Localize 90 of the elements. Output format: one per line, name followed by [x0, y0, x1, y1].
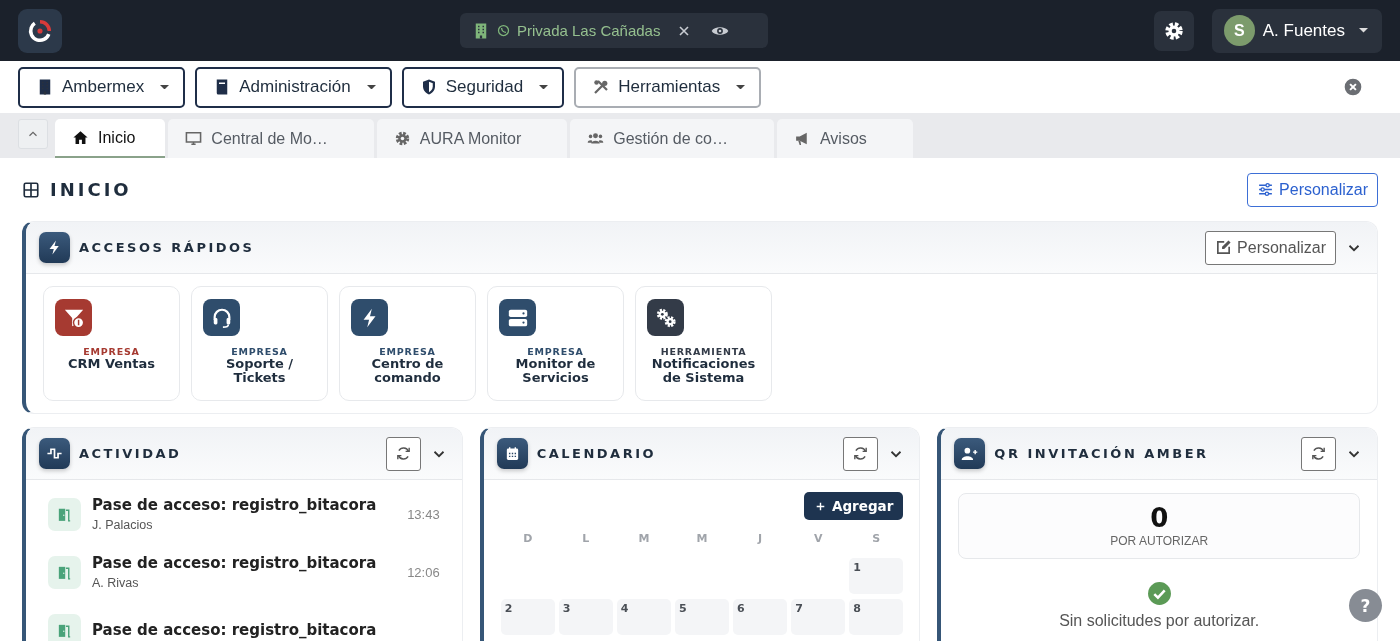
- menu-dropdown[interactable]: Ambermex: [18, 66, 186, 108]
- refresh-button[interactable]: [1301, 436, 1336, 471]
- door-icon: [48, 555, 81, 589]
- door-icon: [48, 497, 81, 531]
- tile-name: Soporte / Tickets: [224, 357, 295, 385]
- refresh-icon: [1310, 445, 1327, 462]
- user-avatar: S: [1223, 15, 1255, 46]
- tile-name: Notificaciones de Sistema: [650, 357, 757, 385]
- tile-category: EMPRESA: [231, 346, 288, 357]
- tile-name: Centro de comando: [370, 357, 445, 385]
- calendar-day[interactable]: 3: [558, 599, 613, 635]
- pending-label: POR AUTORIZAR: [1110, 534, 1209, 548]
- calendar-day[interactable]: 5: [674, 599, 730, 635]
- weekday-label: D: [522, 531, 534, 547]
- app-logo[interactable]: [18, 8, 62, 53]
- caret-icon: [160, 84, 170, 90]
- tile-name: CRM Ventas: [67, 357, 156, 371]
- bolt-icon: [39, 232, 70, 263]
- tab[interactable]: Central de Mo…: [168, 119, 374, 158]
- calendar-icon: [496, 438, 528, 469]
- refresh-icon: [394, 445, 412, 462]
- weekday-label: S: [871, 531, 882, 547]
- activity-title: Pase de acceso: registro_bitacora: [92, 496, 378, 514]
- calendar-day[interactable]: 2: [500, 599, 555, 635]
- home-icon: [72, 129, 89, 146]
- tab[interactable]: Inicio: [55, 119, 166, 158]
- chat-icon: [496, 23, 511, 38]
- weekday-label: V: [812, 531, 824, 547]
- gear-icon: [393, 130, 411, 147]
- weekday-label: M: [695, 531, 709, 547]
- customize-button[interactable]: Personalizar: [1247, 172, 1378, 207]
- empty-message: Sin solicitudes por autorizar.: [1059, 612, 1260, 630]
- panel-title: CALENDARIO: [536, 446, 657, 461]
- tile-category: HERRAMIENTA: [660, 346, 747, 357]
- caret-icon: [736, 84, 746, 90]
- caret-icon: [539, 84, 549, 90]
- menu-dropdown[interactable]: Administración: [195, 66, 392, 108]
- tile-name: Monitor de Servicios: [514, 357, 597, 385]
- calendar-day[interactable]: 1: [849, 558, 904, 594]
- pending-count: 0: [1150, 504, 1169, 532]
- tab[interactable]: Gestión de co…: [570, 119, 774, 158]
- activity-title: Pase de acceso: registro_bitacora: [92, 554, 378, 572]
- refresh-button[interactable]: [843, 436, 879, 471]
- menu-dropdown[interactable]: Herramientas: [574, 66, 762, 108]
- sliders-icon: [1257, 181, 1275, 198]
- page-title: INICIO: [50, 179, 132, 200]
- add-button[interactable]: Agregar: [804, 492, 904, 520]
- activity-title: Pase de acceso: registro_bitacora: [92, 621, 378, 639]
- user-plus-icon: [954, 438, 986, 469]
- context-selector[interactable]: Privada Las Cañadas: [460, 13, 768, 48]
- edit-icon: [1215, 239, 1233, 256]
- activity-user: J. Palacios: [92, 518, 154, 532]
- panel-title: ACCESOS RÁPIDOS: [79, 240, 255, 255]
- monitor-icon: [185, 130, 203, 147]
- context-label: Privada Las Cañadas: [517, 22, 661, 39]
- tab[interactable]: AURA Monitor: [376, 119, 568, 158]
- settings-button[interactable]: [1153, 10, 1194, 51]
- shortcut-tile[interactable]: EMPRESA Monitor de Servicios: [487, 286, 624, 401]
- settings-icon: [1162, 19, 1185, 42]
- panel-title: QR INVITACIÓN AMBER: [994, 446, 1209, 461]
- activity-time: 12:06: [407, 564, 440, 580]
- activity-user: A. Rivas: [92, 576, 140, 590]
- tab[interactable]: Avisos: [776, 119, 913, 158]
- panel-title: ACTIVIDAD: [79, 446, 182, 461]
- weekday-label: J: [756, 531, 764, 547]
- refresh-button[interactable]: [385, 436, 421, 471]
- calendar-day[interactable]: 4: [616, 599, 671, 635]
- user-menu-button[interactable]: S A. Fuentes: [1211, 8, 1382, 53]
- activity-time: 13:43: [407, 506, 440, 522]
- close-icon[interactable]: [1343, 77, 1363, 97]
- refresh-icon: [852, 445, 870, 462]
- calendar-day[interactable]: 6: [733, 599, 788, 635]
- check-circle-icon: [1146, 581, 1172, 606]
- customize-button[interactable]: Personalizar: [1205, 230, 1336, 265]
- tile-category: EMPRESA: [379, 346, 436, 357]
- shortcut-tile[interactable]: HERRAMIENTA Notificaciones de Sistema: [635, 286, 772, 401]
- shortcut-tile[interactable]: EMPRESA CRM Ventas: [43, 286, 180, 401]
- calendar-day[interactable]: 8: [849, 599, 904, 635]
- grid-icon: [22, 180, 40, 199]
- caret-icon: [366, 84, 376, 90]
- tile-category: EMPRESA: [83, 346, 140, 357]
- shortcut-tile[interactable]: EMPRESA Centro de comando: [339, 286, 476, 401]
- shortcut-tile[interactable]: EMPRESA Soporte / Tickets: [191, 286, 328, 401]
- weekday-label: M: [637, 531, 651, 547]
- calendar-day[interactable]: 7: [791, 599, 846, 635]
- pulse-icon: [39, 438, 70, 469]
- menu-dropdown[interactable]: Seguridad: [401, 66, 565, 108]
- caret-icon: [1359, 28, 1368, 33]
- weekday-label: L: [581, 531, 591, 547]
- tile-category: EMPRESA: [527, 346, 584, 357]
